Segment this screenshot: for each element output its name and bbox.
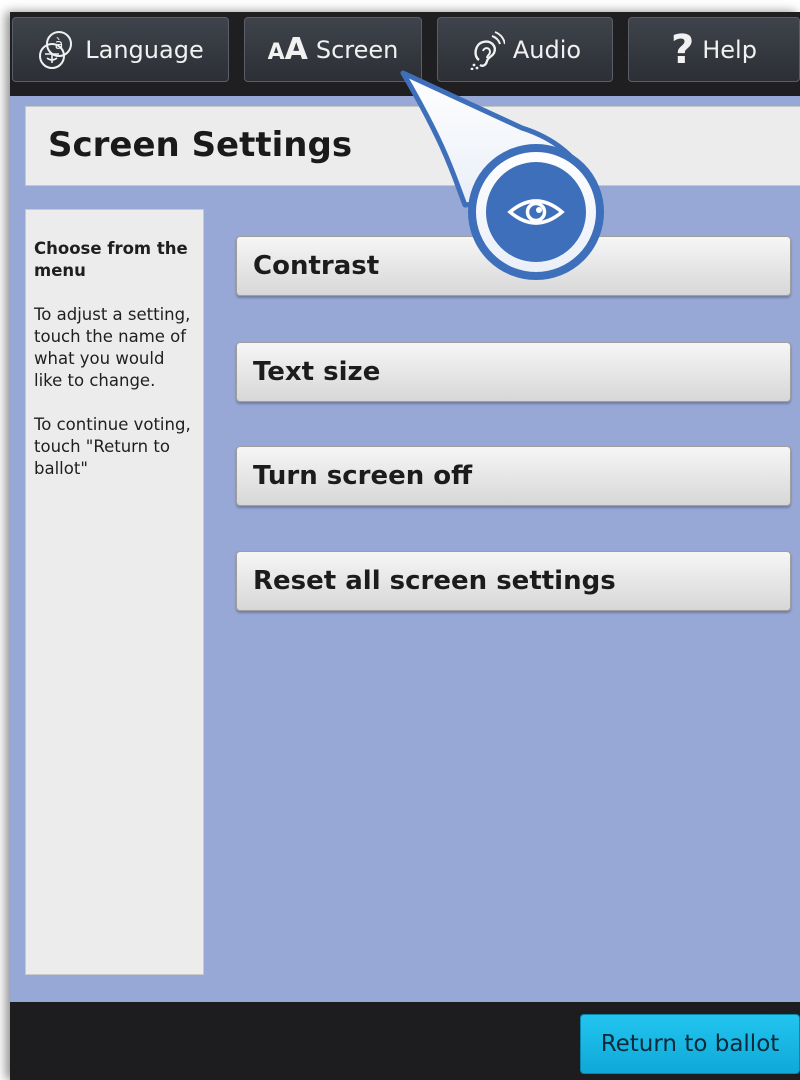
screen-icon-big-a: A [284,32,308,67]
contrast-label: Contrast [253,251,380,281]
instructions-adjust-text: To adjust a setting, touch the name of w… [34,305,191,390]
top-toolbar: à Language AA Screen Audio ? Help [10,12,800,96]
help-label: Help [702,35,757,64]
app-frame: à Language AA Screen Audio ? Help Screen… [10,12,800,1080]
page-title: Screen Settings [48,125,353,165]
svg-text:à: à [55,37,64,53]
page-header: Screen Settings [25,106,800,186]
help-icon: ? [671,26,695,73]
audio-label: Audio [512,35,582,64]
screen-label: Screen [315,35,399,64]
instructions-panel: Choose from the menu To adjust a setting… [25,209,204,975]
help-button[interactable]: ? Help [628,17,800,82]
return-to-ballot-label: Return to ballot [600,1031,780,1057]
turn-screen-off-button[interactable]: Turn screen off [236,446,791,506]
return-to-ballot-button[interactable]: Return to ballot [580,1014,800,1074]
reset-screen-settings-button[interactable]: Reset all screen settings [236,551,791,611]
language-button[interactable]: à Language [12,17,229,82]
contrast-button[interactable]: Contrast [236,236,791,296]
text-size-label: Text size [253,357,381,387]
text-size-icon: AA [268,32,308,67]
reset-screen-settings-label: Reset all screen settings [253,566,616,596]
language-icon: à [37,28,77,72]
audio-button[interactable]: Audio [437,17,613,82]
language-label: Language [85,35,204,64]
bottom-bar: Return to ballot [10,1002,800,1080]
turn-screen-off-label: Turn screen off [253,461,473,491]
text-size-button[interactable]: Text size [236,342,791,402]
ear-icon [469,30,505,70]
screen-icon-small-a: A [267,40,285,65]
instructions-title: Choose from the menu [34,239,188,280]
screen-button[interactable]: AA Screen [244,17,422,82]
instructions-continue-text: To continue voting, touch "Return to bal… [34,415,191,478]
